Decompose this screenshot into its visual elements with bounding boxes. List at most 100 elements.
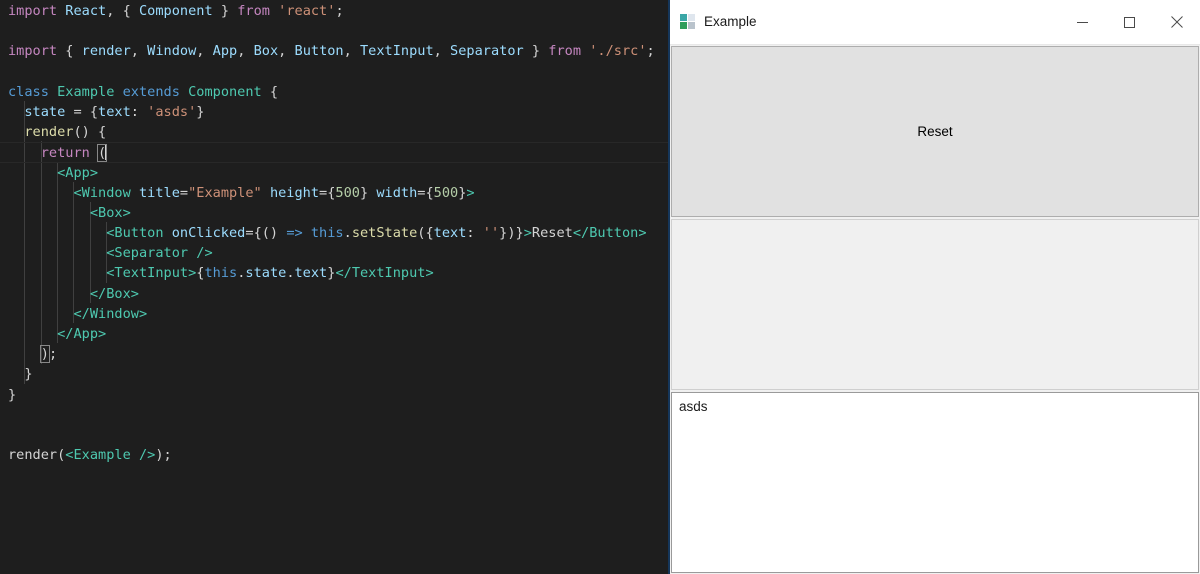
code-token: ; [335,3,343,19]
code-line[interactable]: render(<Example />); [0,445,668,465]
code-token: text [434,225,467,241]
code-line[interactable]: <Separator /> [0,243,668,263]
code-token: { [425,185,433,201]
code-token [8,185,73,201]
code-token: "Example" [188,185,262,201]
window-controls [1059,0,1200,45]
code-token: Button [114,225,163,241]
code-line[interactable]: import React, { Component } from 'react'… [0,1,668,21]
reset-button-label: Reset [917,124,952,139]
minimize-icon[interactable] [1059,0,1106,45]
code-token: return [41,145,90,161]
code-token: , [131,43,147,59]
code-token: TextInput [360,43,434,59]
code-token: > [131,286,139,302]
code-token: Separator [114,245,188,261]
code-token: </ [57,326,73,342]
window-body: Reset asds [670,45,1200,574]
text-input[interactable]: asds [671,392,1199,573]
code-token [303,225,311,241]
code-line[interactable]: class Example extends Component { [0,82,668,102]
code-token: ); [155,447,171,463]
code-line[interactable] [0,62,668,82]
code-token: Reset [532,225,573,241]
code-token: , [278,43,294,59]
window-title: Example [704,15,1059,29]
code-token [8,265,106,281]
code-token: App [73,326,98,342]
reset-button[interactable]: Reset [671,46,1199,217]
code-token: Box [98,205,123,221]
code-line[interactable]: import { render, Window, App, Box, Butto… [0,41,668,61]
code-line[interactable]: </App> [0,324,668,344]
code-token: = [319,185,327,201]
code-token: } [8,387,16,403]
code-token: </ [73,306,89,322]
code-token: Component [139,3,213,19]
code-token: /> [196,245,212,261]
code-token: '' [483,225,499,241]
code-token: > [123,205,131,221]
code-token: } [213,3,229,19]
code-token [8,306,73,322]
code-token [8,205,90,221]
code-token: , [434,43,450,59]
code-token: { [123,3,139,19]
code-line[interactable]: } [0,364,668,384]
code-line[interactable]: <Box> [0,203,668,223]
code-token: , [344,43,360,59]
code-token: Component [188,84,262,100]
code-token: = [245,225,253,241]
code-token: ) [41,346,49,362]
code-line[interactable]: <Window title="Example" height={500} wid… [0,183,668,203]
code-token: , [106,3,122,19]
code-token: render [82,43,131,59]
code-token: Button [295,43,344,59]
code-line[interactable]: return ( [0,142,668,162]
code-editor[interactable]: import React, { Component } from 'react'… [0,0,668,574]
code-token [8,346,41,362]
code-token: render [8,447,57,463]
code-line[interactable] [0,21,668,41]
code-line[interactable]: </Window> [0,304,668,324]
code-token: './src' [589,43,646,59]
code-token: } [360,185,368,201]
code-line[interactable] [0,405,668,425]
code-token [581,43,589,59]
code-token: Separator [450,43,524,59]
code-token: state [245,265,286,281]
code-token: })} [499,225,524,241]
code-token: , [237,43,253,59]
code-token: {() [254,225,287,241]
code-token: Window [90,306,139,322]
code-token [90,145,98,161]
code-token: from [237,3,270,19]
code-line[interactable] [0,425,668,445]
separator [671,219,1199,390]
close-icon[interactable] [1153,0,1200,45]
code-token: Window [82,185,131,201]
code-token [262,185,270,201]
maximize-icon[interactable] [1106,0,1153,45]
app-window: Example Reset asds [668,0,1200,574]
code-token [8,145,41,161]
code-token [8,245,106,261]
code-token: 500 [335,185,360,201]
code-token: 'react' [278,3,335,19]
code-line[interactable]: </Box> [0,284,668,304]
code-content[interactable]: import React, { Component } from 'react'… [0,1,668,465]
code-line[interactable]: state = {text: 'asds'} [0,102,668,122]
window-titlebar[interactable]: Example [670,0,1200,45]
code-token: extends [123,84,180,100]
code-line[interactable]: ); [0,344,668,364]
code-token: > [524,225,532,241]
code-line[interactable]: } [0,385,668,405]
code-token: Example [73,447,130,463]
code-line[interactable]: render() { [0,122,668,142]
code-token: = [73,104,81,120]
code-line[interactable]: <Button onClicked={() => this.setState({… [0,223,668,243]
code-line[interactable]: <TextInput>{this.state.text}</TextInput> [0,263,668,283]
code-line[interactable]: <App> [0,163,668,183]
code-token [114,84,122,100]
code-token: TextInput [352,265,426,281]
